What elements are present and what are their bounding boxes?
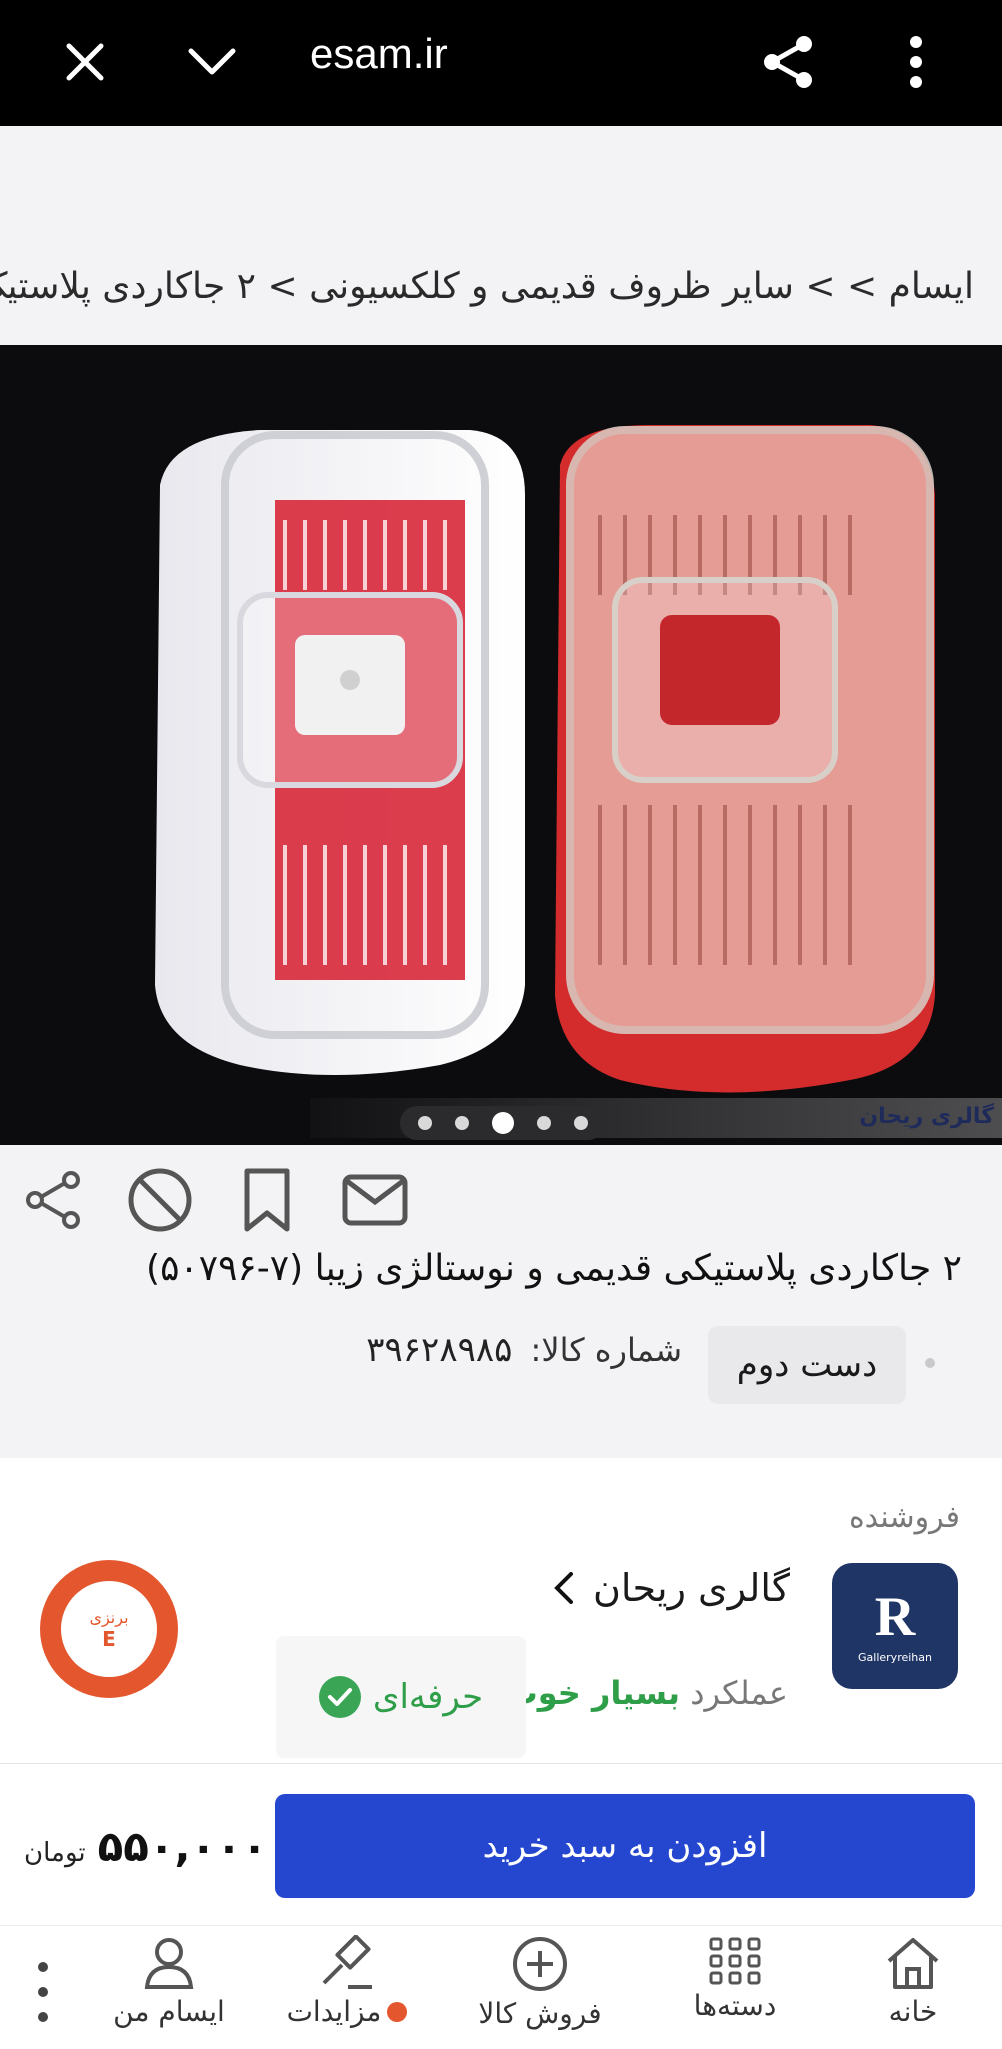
home-icon: [887, 1938, 939, 1989]
price: ۵۵۰,۰۰۰ تومان: [24, 1822, 267, 1871]
performance-label: عملکرد: [690, 1674, 788, 1712]
nav-home[interactable]: خانه: [838, 1935, 988, 2045]
carousel-dot[interactable]: [573, 1116, 588, 1130]
bronze-seller-badge[interactable]: برنزی E: [40, 1560, 178, 1698]
sku-value: ۳۹۶۲۸۹۸۵: [366, 1330, 513, 1370]
nav-auctions[interactable]: مزایدات: [272, 1935, 422, 2045]
condition-badge: دست دوم: [708, 1326, 906, 1404]
notification-dot: [387, 2001, 408, 2022]
nav-categories[interactable]: دسته‌ها: [660, 1935, 810, 2045]
pro-seller-box[interactable]: حرفه‌ای: [276, 1636, 526, 1758]
mail-icon[interactable]: [330, 1160, 420, 1240]
seller-performance: عملکرد بسیار خوب: [506, 1674, 788, 1712]
verified-check-icon: [318, 1676, 361, 1718]
block-icon[interactable]: [115, 1160, 205, 1240]
chevron-left-icon: [554, 1572, 574, 1604]
browser-top-bar: esam.ir: [0, 0, 1002, 126]
carousel-dots[interactable]: [400, 1106, 605, 1140]
nav-my-esam[interactable]: ایسام من: [94, 1935, 244, 2045]
product-title: ۲ جاکاردی پلاستیکی قدیمی و نوستالژی زیبا…: [146, 1248, 962, 1289]
share-icon[interactable]: [748, 22, 828, 102]
plus-circle-icon: [513, 1937, 567, 1991]
seller-logo-text: Galleryreihan: [858, 1650, 932, 1664]
nav-auctions-label: مزایدات: [287, 1995, 408, 2028]
nav-my-esam-label: ایسام من: [113, 1995, 225, 2028]
gavel-icon: [322, 1935, 372, 1989]
pro-label: حرفه‌ای: [372, 1677, 484, 1717]
price-currency: تومان: [24, 1838, 86, 1868]
price-value: ۵۵۰,۰۰۰: [97, 1822, 268, 1871]
nav-auctions-text: مزایدات: [286, 1995, 382, 2028]
carousel-dot[interactable]: [536, 1116, 551, 1130]
carousel-dot[interactable]: [417, 1116, 432, 1130]
badge-inner: برنزی E: [61, 1581, 157, 1677]
product-image[interactable]: [0, 345, 1002, 1145]
user-icon: [144, 1938, 194, 1989]
nav-sell-label: فروش کالا: [478, 1997, 602, 2030]
nav-home-label: خانه: [888, 1995, 938, 2028]
share-icon[interactable]: [8, 1160, 98, 1240]
url-text[interactable]: esam.ir: [310, 30, 448, 78]
carousel-dot[interactable]: [454, 1116, 469, 1130]
close-icon[interactable]: [45, 22, 125, 102]
performance-value: بسیار خوب: [505, 1674, 681, 1712]
seller-name: گالری ریحان: [593, 1566, 790, 1610]
seller-name-link[interactable]: گالری ریحان: [553, 1566, 790, 1610]
seller-logo-letter: R: [874, 1585, 916, 1648]
chevron-down-icon[interactable]: [172, 22, 252, 102]
bullet-dot: [925, 1358, 935, 1368]
sku-label: شماره کالا:: [530, 1331, 682, 1369]
more-vertical-icon[interactable]: [876, 22, 956, 102]
grid-icon: [709, 1937, 761, 1985]
bookmark-icon[interactable]: [222, 1160, 312, 1240]
seller-heading: فروشنده: [848, 1500, 960, 1535]
carousel-dot-active[interactable]: [491, 1112, 514, 1134]
badge-letter: E: [102, 1626, 116, 1651]
image-watermark: گالری ریحان: [859, 1104, 994, 1129]
nav-categories-label: دسته‌ها: [693, 1989, 777, 2022]
seller-logo[interactable]: R Galleryreihan: [832, 1563, 958, 1689]
breadcrumb-area: [0, 126, 1002, 345]
more-vertical-icon[interactable]: [28, 1962, 58, 2022]
breadcrumb[interactable]: ایسام > > سایر ظروف قدیمی و کلکسیونی > ۲…: [0, 266, 974, 307]
badge-text: برنزی: [89, 1607, 129, 1627]
sku-info: شماره کالا: ۳۹۶۲۸۹۸۵: [366, 1330, 682, 1370]
nav-sell[interactable]: فروش کالا: [465, 1935, 615, 2045]
add-to-cart-button[interactable]: افزودن به سبد خرید: [275, 1794, 975, 1898]
